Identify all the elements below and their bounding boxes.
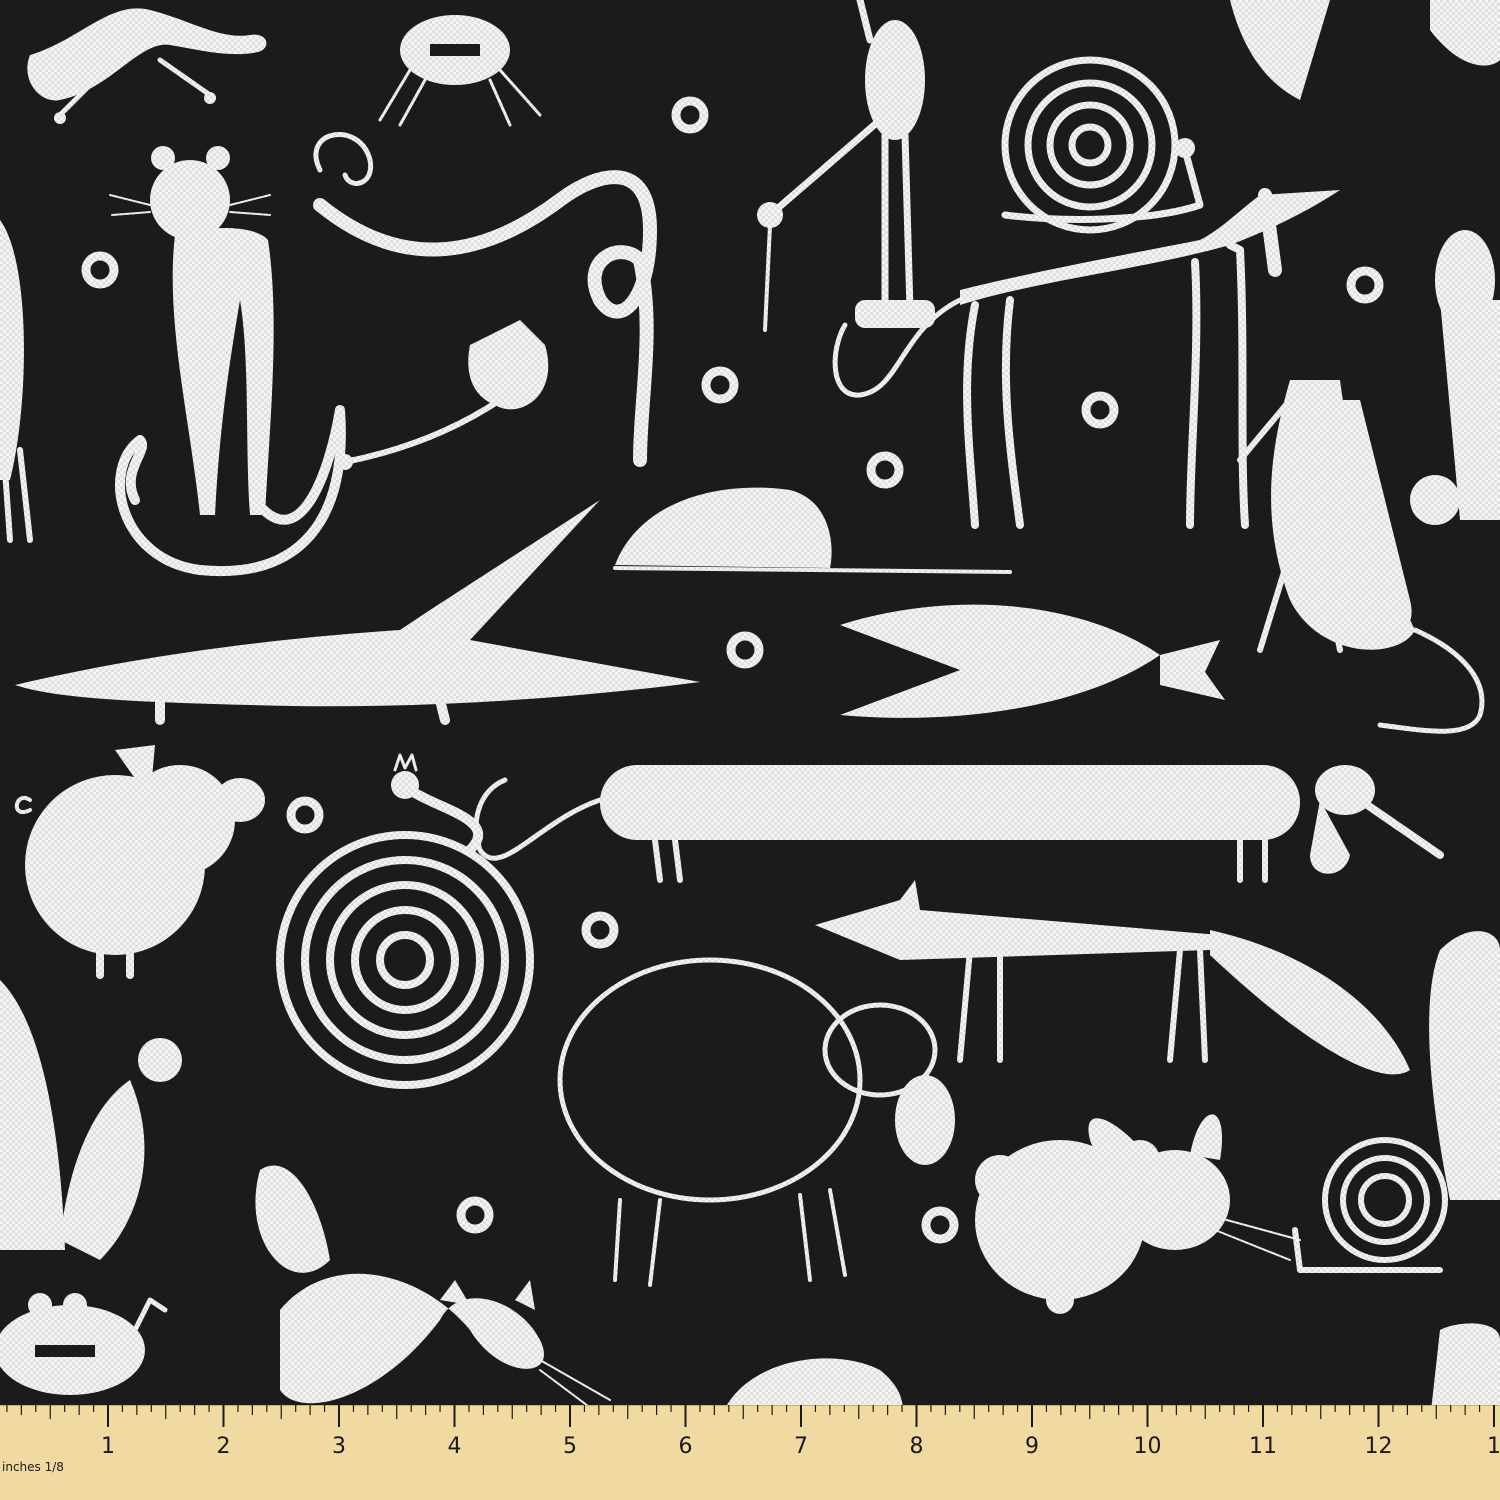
measuring-ruler: 1 2 3 4 5 6 7 8 9 10 11 12 1 inches 1/8 xyxy=(0,1405,1500,1500)
ruler-tick-label: 1 xyxy=(1487,1434,1500,1459)
ruler-tick-label: 2 xyxy=(217,1434,231,1459)
ruler-tick-label: 8 xyxy=(910,1434,924,1459)
ruler-units-label: inches 1/8 xyxy=(2,1460,64,1474)
ruler-tick-label: 7 xyxy=(794,1434,808,1459)
animal-pattern xyxy=(0,0,1500,1500)
ruler-tick-label: 6 xyxy=(679,1434,693,1459)
fabric-swatch: 1 2 3 4 5 6 7 8 9 10 11 12 1 inches 1/8 xyxy=(0,0,1500,1500)
ruler-tick-label: 10 xyxy=(1134,1434,1162,1459)
fabric-weave-texture xyxy=(0,0,1500,1405)
ruler-tick-label: 9 xyxy=(1025,1434,1039,1459)
ruler-tick-label: 11 xyxy=(1249,1434,1277,1459)
ruler-tick-label: 1 xyxy=(101,1434,115,1459)
ruler-tick-label: 4 xyxy=(448,1434,462,1459)
ruler-tick-label: 3 xyxy=(332,1434,346,1459)
ruler-tick-label: 12 xyxy=(1365,1434,1393,1459)
ruler-tick-label: 5 xyxy=(563,1434,577,1459)
